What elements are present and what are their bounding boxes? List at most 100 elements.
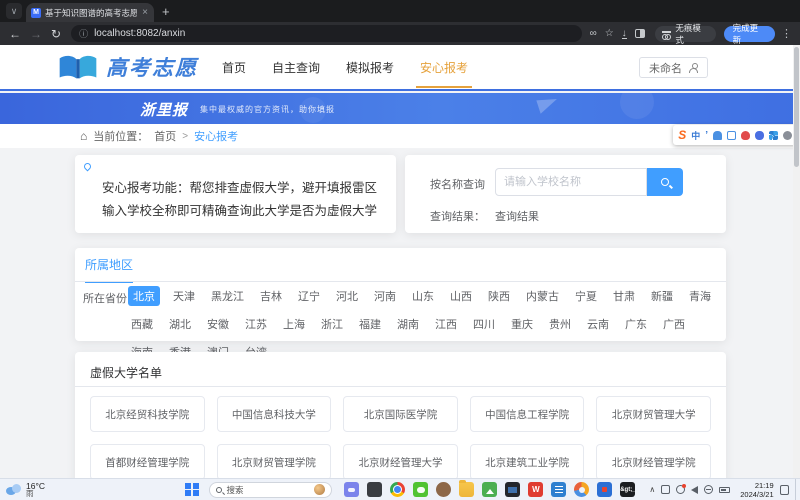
color-wheel-icon[interactable] [574,482,589,497]
language-mode-icon[interactable]: 中 [691,129,700,142]
forward-icon[interactable]: → [30,27,42,41]
tab-close-icon[interactable]: × [141,7,149,18]
reload-icon[interactable]: ↻ [51,27,61,41]
tray-expand-icon[interactable]: ∧ [649,485,655,494]
province-option[interactable]: 陕西 [485,286,513,306]
taskbar-clock[interactable]: 21:19 2024/3/21 [740,481,773,499]
breadcrumb-home-link[interactable]: 首页 [154,128,176,144]
search-button[interactable] [647,168,683,196]
province-option[interactable]: 青海 [686,286,714,306]
university-item[interactable]: 北京财贸管理大学 [596,396,711,432]
teams-icon[interactable] [344,482,359,497]
photos-icon[interactable] [482,482,497,497]
toolbox-grid-icon[interactable] [769,131,778,140]
file-explorer-icon[interactable] [459,482,474,497]
province-option[interactable]: 浙江 [318,314,346,334]
province-option[interactable]: 广东 [622,314,650,334]
province-option[interactable]: 上海 [280,314,308,334]
province-option[interactable]: 湖北 [166,314,194,334]
dark-window-icon[interactable] [367,482,382,497]
university-item[interactable]: 北京国际医学院 [343,396,458,432]
browser-tab[interactable]: M 基于知识图谱的高考志愿智能... × [26,3,154,22]
user-box[interactable]: 未命名 [639,57,708,78]
province-option[interactable]: 重庆 [508,314,536,334]
document-app-icon[interactable] [551,482,566,497]
university-item[interactable]: 北京财贸管理学院 [217,444,332,478]
province-option[interactable]: 甘肃 [610,286,638,306]
province-option[interactable]: 江苏 [242,314,270,334]
school-name-input[interactable] [495,168,647,196]
gamepad-icon[interactable] [755,131,764,140]
province-option[interactable]: 内蒙古 [523,286,562,306]
url-bar[interactable]: ⓘ localhost:8082/anxin [71,25,582,42]
chrome-icon[interactable] [390,482,405,497]
university-item[interactable]: 北京财经管理大学 [343,444,458,478]
university-item[interactable]: 北京财经管理学院 [596,444,711,478]
browser-update-button[interactable]: 完成更新 [724,26,775,42]
battery-icon[interactable] [719,487,730,493]
wechat-icon[interactable] [413,482,428,497]
province-option[interactable]: 山西 [447,286,475,306]
notification-center-icon[interactable] [780,485,790,495]
scrollbar-thumb[interactable] [794,47,799,167]
university-item[interactable]: 首都财经管理学院 [90,444,205,478]
province-option[interactable]: 辽宁 [295,286,323,306]
university-item[interactable]: 中国信息科技大学 [217,396,332,432]
province-option[interactable]: 北京 [128,286,160,306]
sogou-logo-icon[interactable]: S [678,128,686,142]
province-option[interactable]: 江西 [432,314,460,334]
page-scrollbar[interactable] [793,45,800,478]
paw-icon[interactable] [741,131,750,140]
keyboard-icon[interactable] [727,131,736,140]
blue-red-app-icon[interactable] [597,482,612,497]
clock-icon[interactable] [676,485,685,494]
province-option[interactable]: 新疆 [648,286,676,306]
network-icon[interactable] [704,485,713,494]
download-icon[interactable]: ↓ [622,29,627,39]
back-icon[interactable]: ← [9,27,21,41]
new-tab-button[interactable]: + [162,4,170,19]
site-logo[interactable]: 高考志愿 [58,52,198,82]
province-option[interactable]: 黑龙江 [208,286,247,306]
province-option[interactable]: 安徽 [204,314,232,334]
speaker-icon[interactable] [691,486,698,494]
weather-widget[interactable]: 16°C 雨 [6,482,45,498]
punctuation-icon[interactable]: ’ [705,130,708,141]
province-option[interactable]: 河北 [333,286,361,306]
province-option[interactable]: 四川 [470,314,498,334]
taskbar-search[interactable]: 搜索 [209,482,333,498]
nav-item[interactable]: 自主查询 [272,45,320,89]
province-option[interactable]: 河南 [371,286,399,306]
browser-menu-icon[interactable]: ⋮ [781,27,792,40]
province-option[interactable]: 宁夏 [572,286,600,306]
side-panel-icon[interactable] [635,29,645,38]
terminal-icon[interactable]: &gt;_ [620,482,635,497]
bookmark-star-icon[interactable]: ☆ [605,28,614,39]
link-icon[interactable]: ∞ [590,28,597,39]
province-option[interactable]: 贵州 [546,314,574,334]
province-option[interactable]: 湖南 [394,314,422,334]
university-item[interactable]: 北京经贸科技学院 [90,396,205,432]
tab-search-button[interactable]: ∨ [6,3,22,19]
nav-item[interactable]: 模拟报考 [346,45,394,89]
nav-item[interactable]: 安心报考 [420,45,468,89]
province-option[interactable]: 广西 [660,314,688,334]
microphone-icon[interactable] [713,131,722,140]
show-desktop-strip[interactable] [795,479,800,500]
wps-icon[interactable]: W [528,482,543,497]
pen-icon[interactable] [661,485,670,494]
nav-item[interactable]: 首页 [222,45,246,89]
university-item[interactable]: 中国信息工程学院 [470,396,585,432]
ime-settings-icon[interactable] [783,131,792,140]
round-app-icon[interactable] [436,482,451,497]
start-button[interactable] [185,483,199,497]
site-info-icon[interactable]: ⓘ [79,27,88,40]
province-option[interactable]: 西藏 [128,314,156,334]
province-option[interactable]: 天津 [170,286,198,306]
province-option[interactable]: 吉林 [257,286,285,306]
tab-region[interactable]: 所属地区 [85,256,133,283]
monitor-icon[interactable] [505,482,520,497]
province-option[interactable]: 福建 [356,314,384,334]
province-option[interactable]: 云南 [584,314,612,334]
university-item[interactable]: 北京建筑工业学院 [470,444,585,478]
